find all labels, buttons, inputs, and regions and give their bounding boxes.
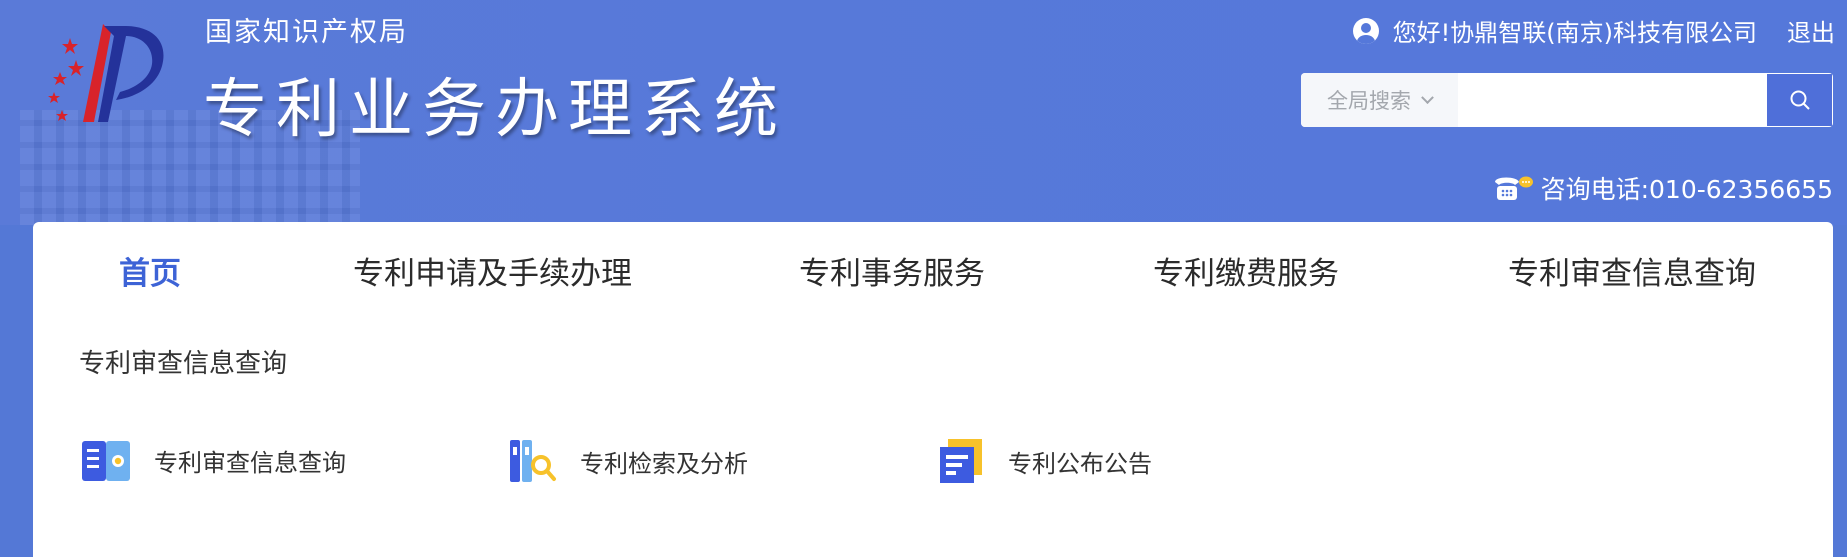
phone-text: 咨询电话:010-62356655 [1540, 175, 1833, 204]
book-search-icon [82, 441, 130, 481]
service-label: 专利审查信息查询 [154, 448, 346, 477]
org-name: 国家知识产权局 [205, 17, 408, 48]
search-input[interactable] [1458, 73, 1766, 127]
binder-magnifier-icon [510, 440, 556, 482]
header-banner: 国家知识产权局 专利业务办理系统 您好!协鼎智联(南京)科技有限公司 退出 全局… [0, 0, 1847, 225]
main-card: 首页 专利申请及手续办理 专利事务服务 专利缴费服务 专利审查信息查询 专利审查… [33, 222, 1833, 557]
greeting-text: 您好!协鼎智联(南京)科技有限公司 [1392, 19, 1757, 47]
search-scope-label: 全局搜索 [1327, 89, 1411, 113]
service-publication[interactable]: 专利公布公告 [936, 437, 1152, 485]
service-exam-info-query[interactable]: 专利审查信息查询 [80, 437, 346, 483]
search-scope-dropdown[interactable]: 全局搜索 [1301, 73, 1458, 127]
document-icon [940, 439, 982, 483]
user-avatar-icon [1352, 17, 1379, 44]
nav-item-payment[interactable]: 专利缴费服务 [1153, 248, 1339, 293]
hotline: 咨询电话:010-62356655 [1491, 170, 1833, 206]
logout-link[interactable]: 退出 [1787, 13, 1835, 48]
cnipa-logo [48, 24, 164, 122]
chevron-down-icon [1421, 90, 1434, 104]
nav-item-exam-query[interactable]: 专利审查信息查询 [1508, 248, 1756, 293]
service-label: 专利检索及分析 [580, 449, 748, 478]
search-button[interactable] [1766, 73, 1833, 127]
service-search-analysis[interactable]: 专利检索及分析 [508, 437, 748, 485]
user-area: 您好!协鼎智联(南京)科技有限公司 退出 [1352, 13, 1835, 48]
nav-item-application[interactable]: 专利申请及手续办理 [353, 248, 632, 293]
search-icon [1790, 90, 1810, 110]
telephone-icon [1494, 176, 1533, 200]
nav-item-affairs[interactable]: 专利事务服务 [799, 248, 985, 293]
nav-item-home[interactable]: 首页 [119, 248, 181, 293]
service-label: 专利公布公告 [1008, 449, 1152, 478]
system-title: 专利业务办理系统 [203, 73, 787, 147]
main-nav: 首页 专利申请及手续办理 专利事务服务 专利缴费服务 专利审查信息查询 [33, 222, 1833, 314]
global-search: 全局搜索 [1301, 73, 1833, 127]
section-title: 专利审查信息查询 [79, 349, 288, 379]
